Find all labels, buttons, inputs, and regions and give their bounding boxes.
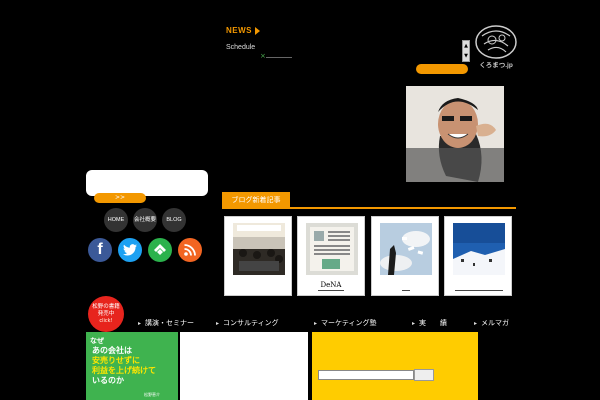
caption-underline: [318, 290, 344, 291]
book-title-line: あの会社は: [92, 346, 132, 355]
blog-section-header: ブログ新着記事: [222, 192, 516, 209]
blog-header-tab[interactable]: ブログ新着記事: [222, 192, 290, 209]
book-title-line: いるのか: [92, 376, 124, 385]
book-title: あの会社は 安売りせずに 利益を上げ続けて いるのか: [92, 346, 176, 386]
book-title-line: 利益を上げ続けて: [92, 366, 156, 375]
subscribe-button[interactable]: [414, 369, 434, 381]
blog-thumbnail[interactable]: [306, 223, 358, 275]
blog-caption[interactable]: DeNA: [298, 281, 364, 289]
blog-thumbnail[interactable]: [380, 223, 432, 275]
book-naze: なぜ: [90, 337, 104, 345]
caption-underline: [455, 290, 503, 291]
blog-thumbnail[interactable]: [453, 223, 505, 275]
caption-underline: [402, 290, 410, 291]
profile-button[interactable]: [416, 64, 468, 74]
badge-line1: 松野の書籍: [92, 304, 120, 310]
nav-home[interactable]: HOME: [104, 208, 128, 232]
newsletter-panel: [312, 332, 478, 400]
blog-card[interactable]: [224, 216, 292, 296]
facebook-icon[interactable]: f: [88, 238, 112, 262]
menu-results[interactable]: 実 績: [412, 318, 447, 328]
divider: [266, 57, 292, 58]
book-badge: 松野の書籍 発売中 click!: [88, 296, 124, 332]
menu-consulting[interactable]: コンサルティング: [216, 318, 279, 328]
news-item[interactable]: Schedule: [226, 44, 255, 51]
menu-mailmagazine[interactable]: メルマガ: [474, 318, 509, 328]
close-icon[interactable]: ×: [260, 52, 266, 60]
blog-card[interactable]: [371, 216, 439, 296]
blog-thumbnail[interactable]: [233, 223, 285, 275]
badge-line2: 発売中: [97, 311, 115, 317]
blog-card[interactable]: DeNA: [297, 216, 365, 296]
book-title-line: 安売りせずに: [92, 356, 140, 365]
svg-text:くろまつ.jp: くろまつ.jp: [479, 60, 513, 69]
rss-icon[interactable]: [178, 238, 202, 262]
scroll-up-icon[interactable]: ▲: [463, 41, 469, 51]
email-field[interactable]: [318, 370, 414, 380]
content-panel: [180, 332, 308, 400]
scroll-down-icon[interactable]: ▼: [463, 51, 469, 61]
nav-blog[interactable]: BLOG: [162, 208, 186, 232]
book-author: 松野恵介: [144, 392, 160, 397]
profile-photo: [406, 86, 504, 182]
nav-company[interactable]: 会社概要: [133, 208, 157, 232]
news-title-label: NEWS: [226, 26, 252, 35]
book-ad-banner[interactable]: 松野の書籍 発売中 click! なぜ あの会社は 安売りせずに 利益を上げ続け…: [86, 296, 178, 400]
news-title[interactable]: NEWS: [226, 26, 260, 35]
site-logo[interactable]: くろまつ.jp: [472, 24, 520, 70]
feedly-icon[interactable]: [148, 238, 172, 262]
menu-marketing[interactable]: マーケティング塾: [314, 318, 376, 328]
blog-card[interactable]: [444, 216, 512, 296]
logo-icon: くろまつ.jp: [475, 25, 517, 69]
badge-click: click!: [99, 318, 113, 324]
search-button[interactable]: >>: [94, 193, 146, 203]
news-scrollbar[interactable]: ▲ ▼: [462, 40, 470, 62]
triangle-right-icon: [255, 26, 260, 35]
twitter-icon[interactable]: [118, 238, 142, 262]
